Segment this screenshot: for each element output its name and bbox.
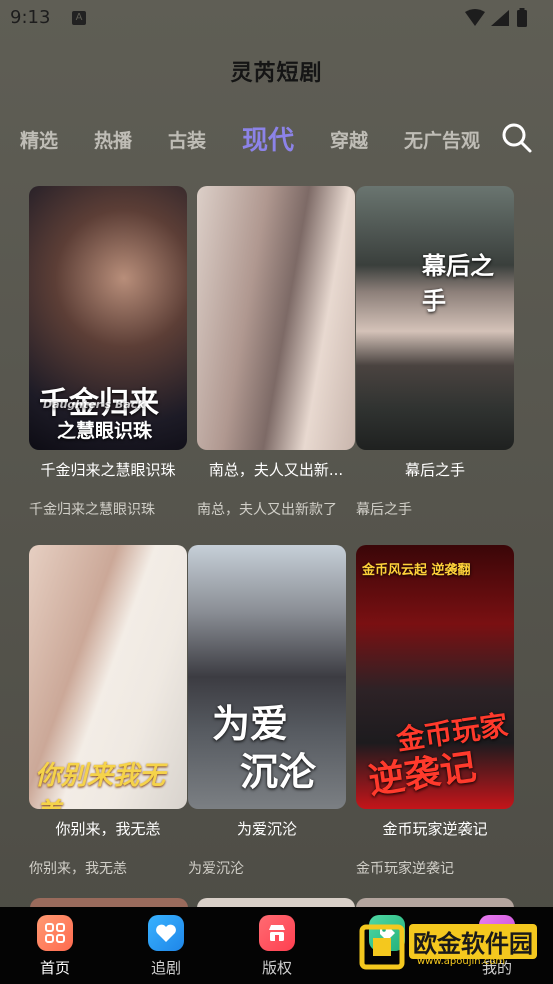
- poster-image[interactable]: [197, 186, 355, 450]
- poster-title-text: 你别来我无恙: [35, 761, 166, 809]
- poster-tagline-text: 金币风云起 逆袭翻: [362, 563, 471, 578]
- card-subtitle: 千金归来之慧眼识珠: [29, 502, 155, 518]
- tab-xiandai[interactable]: 现代: [242, 120, 294, 157]
- app-notification-icon: A: [72, 11, 86, 25]
- tab-wuguanggao[interactable]: 无广告观: [404, 126, 480, 153]
- nav-copyright-label: 版权: [261, 959, 292, 977]
- status-icons: [465, 8, 527, 27]
- tab-rebo[interactable]: 热播: [94, 126, 132, 153]
- card-subtitle: 金币玩家逆袭记: [356, 861, 454, 877]
- nav-home-label: 首页: [39, 959, 70, 977]
- nav-home[interactable]: 首页: [15, 915, 95, 978]
- bottom-nav: 首页 追剧 版权 我的 欧金软件园 www.apoujin.com: [0, 907, 553, 984]
- card-subtitle: 为爱沉沦: [188, 861, 244, 877]
- card-title[interactable]: 千金归来之慧眼识珠: [23, 459, 193, 480]
- card-title[interactable]: 为爱沉沦: [182, 818, 352, 839]
- status-bar: 9:13 A: [0, 0, 553, 36]
- poster-image[interactable]: 幕后之手: [356, 186, 514, 450]
- poster-image[interactable]: 你别来我无恙: [29, 545, 187, 809]
- nav-follow-label: 追剧: [150, 959, 181, 977]
- signal-icon: [491, 10, 509, 26]
- poster-subtitle-text: 逆袭记: [366, 746, 479, 803]
- poster-image[interactable]: 为爱 沉沦: [188, 545, 346, 809]
- card-title[interactable]: 金币玩家逆袭记: [350, 818, 520, 839]
- card-title[interactable]: 你别来，我无恙: [23, 818, 193, 839]
- home-grid-icon: [37, 915, 73, 951]
- search-icon[interactable]: [501, 122, 533, 154]
- poster-subtitle-text: 沉沦: [240, 750, 317, 794]
- nav-follow[interactable]: 追剧: [126, 915, 206, 978]
- tab-guzhuang[interactable]: 古装: [168, 126, 206, 153]
- app-title: 灵芮短剧: [230, 61, 323, 86]
- watermark: 欧金软件园 www.apoujin.com: [359, 920, 549, 974]
- card-subtitle: 你别来，我无恙: [29, 861, 127, 877]
- card-title[interactable]: 幕后之手: [350, 459, 520, 480]
- battery-icon: [517, 10, 527, 27]
- tab-jingxuan[interactable]: 精选: [20, 126, 58, 153]
- nav-copyright[interactable]: 版权: [237, 915, 317, 978]
- poster-title-text: 为爱: [212, 702, 289, 746]
- status-time: 9:13: [10, 7, 51, 28]
- card-title[interactable]: 南总，夫人又出新...: [191, 459, 361, 480]
- poster-image[interactable]: 金币风云起 逆袭翻 金币玩家 逆袭记: [356, 545, 514, 809]
- category-tabs: 精选 热播 古装 现代 穿越 无广告观: [0, 118, 553, 162]
- card-subtitle: 南总，夫人又出新款了: [197, 502, 337, 518]
- poster-english-text: Daughter's Back: [43, 398, 145, 411]
- poster-subtitle-text: 之慧眼识珠: [57, 420, 153, 442]
- watermark-url: www.apoujin.com: [417, 956, 506, 967]
- poster-title-text: 幕后之手: [422, 252, 494, 315]
- watermark-logo-icon: [359, 924, 405, 970]
- card-subtitle: 幕后之手: [356, 502, 412, 518]
- watermark-text: 欧金软件园: [409, 924, 537, 959]
- wifi-icon: [465, 9, 485, 26]
- tab-chuanyue[interactable]: 穿越: [330, 126, 368, 153]
- heart-icon: [148, 915, 184, 951]
- poster-image[interactable]: 千金归来 Daughter's Back 之慧眼识珠: [29, 186, 187, 450]
- shop-icon: [259, 915, 295, 951]
